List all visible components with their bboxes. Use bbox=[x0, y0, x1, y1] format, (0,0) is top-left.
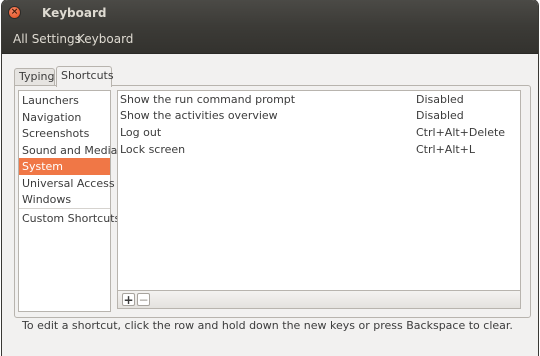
titlebar: × Keyboard bbox=[2, 0, 538, 26]
tab-typing[interactable]: Typing bbox=[14, 68, 55, 86]
shortcut-row[interactable]: Log out Ctrl+Alt+Delete bbox=[118, 124, 520, 141]
category-windows[interactable]: Windows bbox=[19, 191, 110, 208]
shortcut-toolbar: + − bbox=[117, 290, 521, 309]
category-screenshots[interactable]: Screenshots bbox=[19, 125, 110, 142]
category-system[interactable]: System bbox=[19, 158, 110, 175]
shortcut-list: Show the run command prompt Disabled Sho… bbox=[117, 90, 521, 309]
plus-icon: + bbox=[123, 293, 134, 307]
tab-shortcuts[interactable]: Shortcuts bbox=[56, 66, 114, 87]
shortcut-key: Ctrl+Alt+L bbox=[416, 143, 476, 156]
help-text: To edit a shortcut, click the row and ho… bbox=[22, 319, 513, 332]
shortcut-row[interactable]: Show the run command prompt Disabled bbox=[118, 91, 520, 108]
shortcut-name: Show the run command prompt bbox=[120, 93, 296, 106]
shortcut-name: Show the activities overview bbox=[120, 109, 278, 122]
category-custom-shortcuts[interactable]: Custom Shortcuts bbox=[19, 210, 120, 227]
category-universal-access[interactable]: Universal Access bbox=[19, 175, 115, 192]
category-launchers[interactable]: Launchers bbox=[19, 92, 110, 109]
shortcut-key: Disabled bbox=[416, 93, 464, 106]
close-icon: × bbox=[10, 7, 19, 17]
window-title: Keyboard bbox=[42, 6, 107, 20]
category-list: Launchers Navigation Screenshots Sound a… bbox=[18, 90, 120, 312]
shortcut-name: Lock screen bbox=[120, 143, 186, 156]
shortcut-key: Ctrl+Alt+Delete bbox=[416, 126, 506, 139]
category-navigation[interactable]: Navigation bbox=[19, 109, 110, 126]
breadcrumb-keyboard: Keyboard bbox=[77, 32, 134, 46]
shortcut-row[interactable]: Lock screen Ctrl+Alt+L bbox=[118, 141, 520, 158]
minus-icon: − bbox=[138, 293, 149, 307]
all-settings-button[interactable]: All Settings bbox=[13, 32, 81, 46]
category-sound-and-media[interactable]: Sound and Media bbox=[19, 142, 117, 159]
shortcut-row[interactable]: Show the activities overview Disabled bbox=[118, 107, 520, 124]
navigation-bar: All Settings Keyboard bbox=[2, 26, 538, 54]
close-button[interactable]: × bbox=[8, 6, 21, 19]
add-shortcut-button[interactable]: + bbox=[122, 293, 135, 306]
shortcut-key: Disabled bbox=[416, 109, 464, 122]
remove-shortcut-button[interactable]: − bbox=[137, 293, 150, 306]
category-divider bbox=[19, 208, 110, 209]
shortcut-name: Log out bbox=[120, 126, 162, 139]
